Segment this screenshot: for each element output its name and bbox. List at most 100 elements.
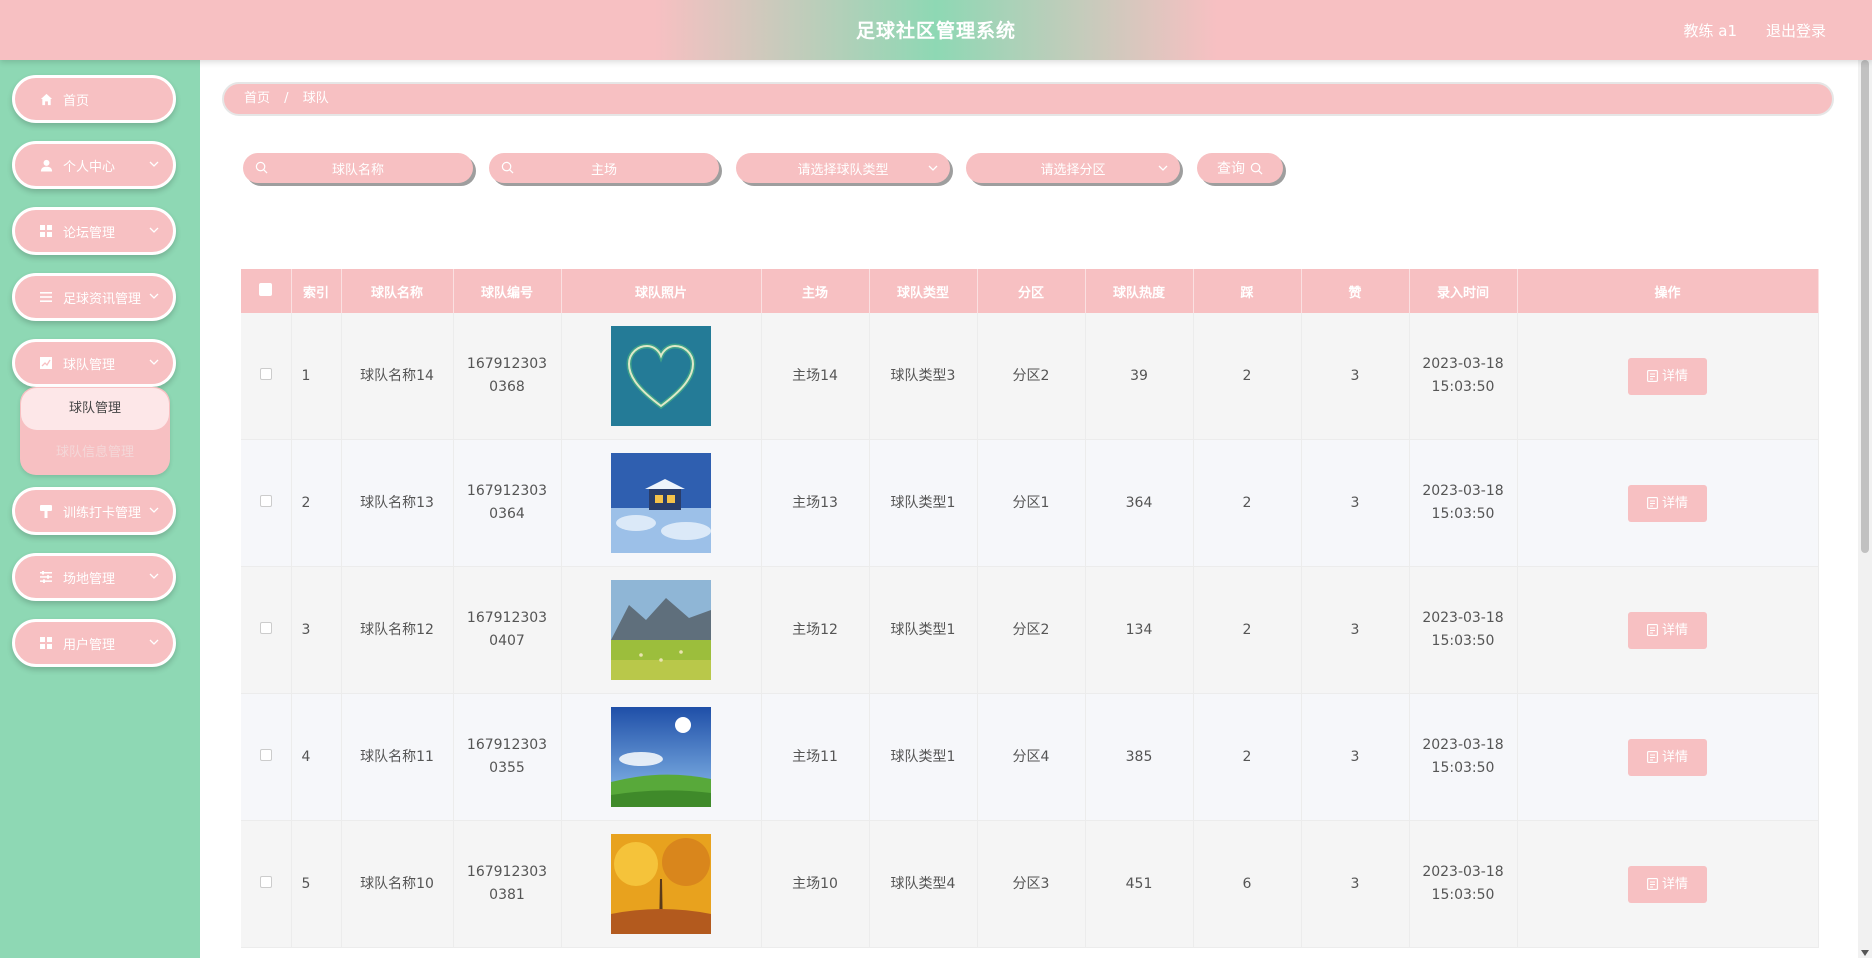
page-scrollbar[interactable] [1858, 60, 1872, 958]
detail-label: 详情 [1661, 622, 1688, 638]
scroll-down-arrow-icon[interactable] [1861, 950, 1869, 956]
like-cell: 3 [1301, 693, 1410, 821]
zone-cell: 分区3 [977, 820, 1086, 948]
column-header: 球队照片 [561, 269, 762, 313]
detail-label: 详情 [1661, 368, 1688, 384]
heat-cell: 451 [1085, 820, 1194, 948]
team-name-cell: 球队名称10 [341, 820, 454, 948]
column-header: 分区 [977, 269, 1086, 313]
team-name-cell: 球队名称12 [341, 566, 454, 694]
sidebar-item-label: 论坛管理 [63, 225, 116, 241]
created-time-cell: 2023-03-18 15:03:50 [1409, 439, 1518, 567]
sidebar: 首页 个人中心 论坛管理 足球资讯管理 球队管理 训练打卡管理 场地管理 用户管… [0, 60, 200, 958]
team-photo-snow-cabin [611, 453, 711, 553]
detail-button[interactable]: 详情 [1628, 357, 1707, 395]
row-checkbox[interactable] [259, 875, 272, 888]
home-input[interactable]: 主场 [489, 153, 719, 183]
created-time: 15:03:50 [1431, 760, 1495, 776]
document-icon [1647, 878, 1658, 890]
scrollbar-thumb[interactable] [1861, 60, 1869, 553]
sidebar-item-users[interactable]: 用户管理 [12, 619, 176, 667]
row-checkbox[interactable] [259, 748, 272, 761]
actions-cell: 详情 [1517, 439, 1819, 567]
team-name-input[interactable]: 球队名称 [243, 153, 473, 183]
column-header: 主场 [761, 269, 870, 313]
sidebar-item-training[interactable]: 训练打卡管理 [12, 487, 176, 535]
created-time: 15:03:50 [1431, 887, 1495, 903]
chevron-down-icon [928, 165, 938, 171]
column-header: 球队热度 [1085, 269, 1194, 313]
table-header-row: 索引 球队名称 球队编号 球队照片 主场 球队类型 分区 球队热度 踩 赞 录入… [241, 269, 1819, 313]
sidebar-item-team[interactable]: 球队管理 [12, 339, 176, 387]
detail-label: 详情 [1661, 749, 1688, 765]
sidebar-item-news[interactable]: 足球资讯管理 [12, 273, 176, 321]
select-all-checkbox[interactable] [259, 282, 273, 296]
sidebar-item-venue[interactable]: 场地管理 [12, 553, 176, 601]
team-photo-cell [561, 439, 762, 567]
column-header: 操作 [1517, 269, 1819, 313]
created-time: 15:03:50 [1431, 506, 1495, 522]
row-checkbox[interactable] [259, 367, 272, 380]
detail-button[interactable]: 详情 [1628, 865, 1707, 903]
created-date: 2023-03-18 [1422, 610, 1504, 626]
logout-link[interactable]: 退出登录 [1766, 0, 1826, 62]
team-photo-cell [561, 693, 762, 821]
home-cell: 主场11 [761, 693, 870, 821]
chevron-down-icon [149, 293, 159, 299]
breadcrumb-home[interactable]: 首页 [244, 91, 270, 106]
row-checkbox[interactable] [259, 494, 272, 507]
detail-button[interactable]: 详情 [1628, 738, 1707, 776]
row-index: 5 [291, 820, 342, 948]
row-checkbox[interactable] [259, 621, 272, 634]
zone-cell: 分区1 [977, 439, 1086, 567]
team-submenu: 球队管理 球队信息管理 [20, 387, 170, 475]
team-photo-sunny-field [611, 707, 711, 807]
query-button[interactable]: 查询 [1197, 153, 1283, 183]
user-icon [39, 158, 53, 172]
sliders-icon [39, 570, 53, 584]
document-icon [1647, 751, 1658, 763]
submenu-item-team-manage[interactable]: 球队管理 [21, 388, 169, 430]
team-photo-heart-island [611, 326, 711, 426]
team-name-placeholder: 球队名称 [331, 162, 384, 178]
column-header: 球队名称 [341, 269, 454, 313]
heat-cell: 364 [1085, 439, 1194, 567]
detail-label: 详情 [1661, 876, 1688, 892]
team-type-select[interactable]: 请选择球队类型 [736, 153, 950, 183]
team-type-placeholder: 请选择球队类型 [797, 162, 889, 178]
team-photo-cell [561, 313, 762, 440]
team-type-cell: 球队类型1 [869, 439, 978, 567]
table-row: 3 球队名称12 1679123030407 主场12 球队类型1 分区2 13… [241, 566, 1819, 694]
created-time-cell: 2023-03-18 15:03:50 [1409, 313, 1518, 440]
row-index: 2 [291, 439, 342, 567]
brush-icon [39, 504, 53, 518]
chevron-down-icon [149, 359, 159, 365]
submenu-item-team-info[interactable]: 球队信息管理 [20, 433, 170, 473]
breadcrumb: 首页 / 球队 [222, 82, 1834, 116]
home-cell: 主场13 [761, 439, 870, 567]
sidebar-item-forum[interactable]: 论坛管理 [12, 207, 176, 255]
detail-button[interactable]: 详情 [1628, 611, 1707, 649]
heat-cell: 134 [1085, 566, 1194, 694]
created-time-cell: 2023-03-18 15:03:50 [1409, 693, 1518, 821]
detail-label: 详情 [1661, 495, 1688, 511]
zone-select[interactable]: 请选择分区 [966, 153, 1180, 183]
column-header: 索引 [291, 269, 342, 313]
detail-button[interactable]: 详情 [1628, 484, 1707, 522]
actions-cell: 详情 [1517, 693, 1819, 821]
sidebar-item-home[interactable]: 首页 [12, 75, 176, 123]
sidebar-item-profile[interactable]: 个人中心 [12, 141, 176, 189]
team-photo-mountain-meadow [611, 580, 711, 680]
created-time: 15:03:50 [1431, 633, 1495, 649]
search-icon [1250, 162, 1263, 174]
query-label: 查询 [1217, 161, 1245, 177]
home-icon [39, 92, 53, 106]
created-time-cell: 2023-03-18 15:03:50 [1409, 566, 1518, 694]
team-name-cell: 球队名称13 [341, 439, 454, 567]
select-all-cell[interactable] [241, 269, 292, 313]
created-date: 2023-03-18 [1422, 483, 1504, 499]
breadcrumb-separator: / [284, 91, 289, 106]
breadcrumb-current: 球队 [302, 91, 329, 106]
chevron-down-icon [1158, 165, 1168, 171]
grid-icon [39, 636, 53, 650]
